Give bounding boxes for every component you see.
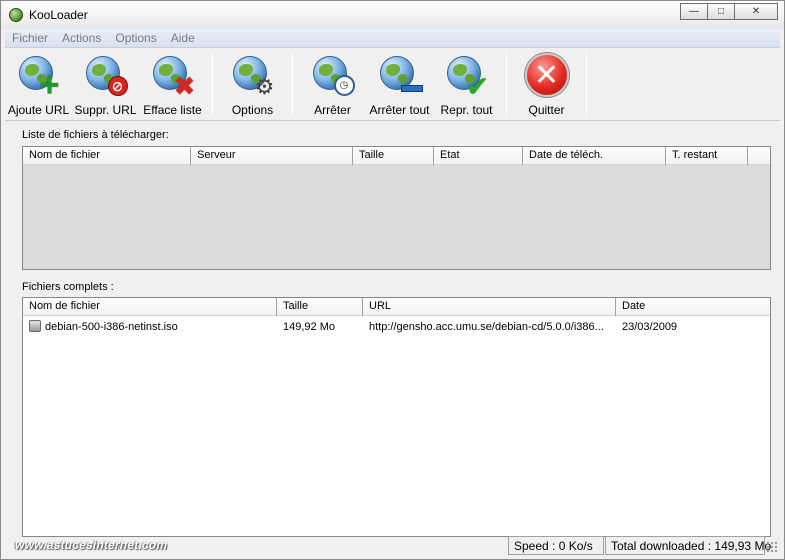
column-header-size[interactable]: Taille [353,147,434,165]
table-row[interactable]: debian-500-i386-netinst.iso 149,92 Mo ht… [23,318,770,335]
completed-list-header: Nom de fichier Taille URL Date [23,298,770,316]
clear-list-label: Efface liste [143,103,202,117]
toolbar-separator [292,51,293,117]
toolbar-separator [586,51,587,117]
toolbar-separator [212,51,213,117]
download-list-body [23,165,770,269]
row-url: http://gensho.acc.umu.se/debian-cd/5.0.0… [369,320,604,333]
column-header-filename[interactable]: Nom de fichier [23,147,191,165]
column-header-server[interactable]: Serveur [191,147,353,165]
options-button[interactable]: ⚙ Options [219,49,286,120]
download-list-label: Liste de fichiers à télécharger: [22,129,169,141]
stop-all-label: Arrêter tout [369,103,430,117]
column-header-date[interactable]: Date [616,298,770,316]
globe-check-icon: ✔ [444,52,490,102]
resume-all-button[interactable]: ✔ Repr. tout [433,49,500,120]
globe-clock-icon: ◷ [310,52,356,98]
completed-list[interactable]: Nom de fichier Taille URL Date debian-50… [22,297,771,537]
window-title: KooLoader [29,8,88,22]
minimize-button[interactable]: — [680,3,708,20]
download-list-header: Nom de fichier Serveur Taille Etat Date … [23,147,770,165]
globe-plus-icon: + [16,52,62,102]
completed-list-label: Fichiers complets : [22,281,114,293]
add-url-button[interactable]: + Ajoute URL [5,49,72,120]
quit-button[interactable]: ✕ Quitter [513,49,580,120]
globe-minus-icon [377,52,423,98]
column-header-state[interactable]: Etat [434,147,523,165]
toolbar-separator [506,51,507,117]
iso-file-icon [29,320,41,332]
app-globe-icon [9,8,23,22]
total-downloaded-status: Total downloaded : 149,93 Mo [605,536,771,555]
stop-label: Arrêter [314,103,351,117]
globe-x-icon: ✖ [150,52,196,101]
download-list[interactable]: Nom de fichier Serveur Taille Etat Date … [22,146,771,270]
resize-grip[interactable] [766,541,778,553]
window-controls: — □ ✕ [680,3,778,20]
status-bar: www.astucesinternet.com Speed : 0 Ko/s T… [5,535,780,555]
row-date: 23/03/2009 [622,320,678,333]
resume-all-label: Repr. tout [440,103,493,117]
watermark: www.astucesinternet.com [15,538,168,552]
column-header-filler [748,147,770,165]
menu-actions[interactable]: Actions [55,31,108,45]
speed-status: Speed : 0 Ko/s [508,536,604,555]
menu-aide[interactable]: Aide [164,31,202,45]
column-header-url[interactable]: URL [363,298,616,316]
globe-gear-icon: ⚙ [230,52,276,99]
toolbar: + Ajoute URL ⊘ Suppr. URL ✖ Efface liste… [5,49,780,121]
remove-url-button[interactable]: ⊘ Suppr. URL [72,49,139,120]
maximize-button[interactable]: □ [707,3,735,20]
row-filename: debian-500-i386-netinst.iso [45,321,178,333]
column-header-filename[interactable]: Nom de fichier [23,298,277,316]
title-bar[interactable]: KooLoader — □ ✕ [1,1,784,29]
stop-button[interactable]: ◷ Arrêter [299,49,366,120]
row-size: 149,92 Mo [283,320,335,333]
column-header-time-remaining[interactable]: T. restant [666,147,748,165]
add-url-label: Ajoute URL [7,103,70,117]
clear-list-button[interactable]: ✖ Efface liste [139,49,206,120]
menu-bar: Fichier Actions Options Aide [5,29,780,48]
menu-options[interactable]: Options [108,31,163,45]
menu-fichier[interactable]: Fichier [5,31,55,45]
quit-label: Quitter [528,103,565,117]
stop-all-button[interactable]: Arrêter tout [366,49,433,120]
app-window: KooLoader — □ ✕ Fichier Actions Options … [0,0,785,560]
column-header-download-date[interactable]: Date de téléch. [523,147,666,165]
close-button[interactable]: ✕ [734,3,778,20]
globe-no-entry-icon: ⊘ [83,52,129,98]
options-label: Options [231,103,274,117]
column-header-size[interactable]: Taille [277,298,363,316]
quit-x-icon: ✕ [524,52,570,98]
remove-url-label: Suppr. URL [74,103,137,117]
